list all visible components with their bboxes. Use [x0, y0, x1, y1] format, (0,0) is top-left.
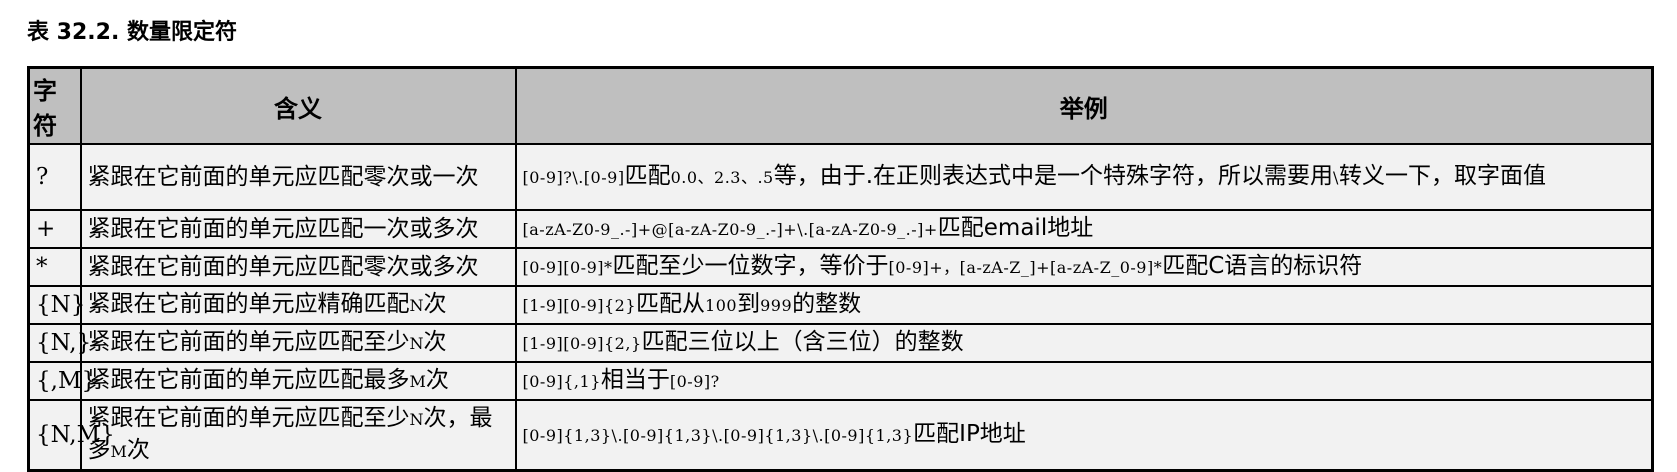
table-row: {N,} 紧跟在它前面的单元应匹配至少N次 [1-9][0-9]{2,}匹配三位以上… [27, 323, 1654, 363]
header-example: 举例 [514, 66, 1654, 145]
meaning-text-fragment: M [110, 442, 127, 461]
example-text-fragment: 到 [737, 291, 761, 317]
example-text-fragment: 在正则表达式中是一个特殊字符，所以需要用 [873, 163, 1334, 189]
example-cell: [0-9][0-9]*匹配至少一位数字，等价于[0-9]+，[a-zA-Z_]+… [514, 247, 1654, 287]
meaning-cell: 紧跟在它前面的单元应匹配一次或多次 [79, 209, 517, 249]
meaning-cell: 紧跟在它前面的单元应匹配最多M次 [79, 361, 517, 401]
meaning-cell: 紧跟在它前面的单元应匹配零次或一次 [79, 143, 517, 211]
table-caption: 表 32.2. 数量限定符 [27, 20, 237, 45]
symbol-cell: ? [27, 143, 82, 211]
example-text-fragment: 匹配email地址 [937, 215, 1094, 241]
meaning-text-fragment: 次 [126, 437, 150, 463]
meaning-cell: 紧跟在它前面的单元应精确匹配N次 [79, 285, 517, 325]
table-row: {N} 紧跟在它前面的单元应精确匹配N次 [1-9][0-9]{2}匹配从100到9… [27, 285, 1654, 325]
meaning-text-fragment: N [409, 296, 424, 315]
example-code-fragment: [0-9]? [669, 372, 720, 391]
meaning-text-fragment: 紧跟在它前面的单元应匹配至少 [87, 405, 410, 431]
table-row: * 紧跟在它前面的单元应匹配零次或多次 [0-9][0-9]*匹配至少一位数字，等价… [27, 247, 1654, 287]
meaning-text-fragment: 紧跟在它前面的单元应匹配最多 [87, 367, 410, 393]
example-text-fragment: 等，由于. [773, 163, 874, 189]
example-code-fragment: [1-9][0-9]{2,} [522, 334, 642, 353]
symbol-cell: {N} [27, 285, 85, 325]
meaning-text-fragment: 紧跟在它前面的单元应匹配至少 [87, 329, 410, 355]
example-text-fragment: 匹配C语言的标识符 [1162, 253, 1363, 279]
header-symbol: 字符 [27, 66, 82, 145]
example-code-fragment: [0-9]{1,3}\.[0-9]{1,3}\.[0-9]{1,3}\.[0-9… [522, 426, 914, 445]
symbol-cell: * [27, 247, 82, 287]
example-cell: [0-9]{,1}相当于[0-9]? [514, 361, 1654, 401]
example-cell: [1-9][0-9]{2}匹配从100到999的整数 [514, 285, 1654, 325]
symbol-cell: {,M} [27, 361, 96, 401]
example-cell: [0-9]{1,3}\.[0-9]{1,3}\.[0-9]{1,3}\.[0-9… [514, 399, 1654, 472]
table-body: ? 紧跟在它前面的单元应匹配零次或一次 [0-9]?\.[0-9]匹配0.0、2.3… [27, 143, 1654, 472]
example-text-fragment: 匹配至少一位数字，等价于 [612, 253, 889, 279]
meaning-cell: 紧跟在它前面的单元应匹配零次或多次 [79, 247, 517, 287]
example-code-fragment: 0.0、2.3、.5 [670, 168, 774, 187]
table-row: + 紧跟在它前面的单元应匹配一次或多次 [a-zA-Z0-9_.-]+@[a-zA-… [27, 209, 1654, 249]
symbol-cell: {N,} [27, 323, 91, 363]
meaning-text-fragment: 次 [425, 367, 449, 393]
meaning-text-fragment: N [409, 410, 424, 429]
table-header-row: 字符 含义 举例 [27, 66, 1654, 145]
example-code-fragment: 100 [705, 296, 738, 315]
example-text-fragment: 匹配 [624, 163, 671, 189]
example-code-fragment: [1-9][0-9]{2} [522, 296, 637, 315]
example-code-fragment: [a-zA-Z0-9_.-]+@[a-zA-Z0-9_.-]+\.[a-zA-Z… [522, 220, 938, 239]
example-code-fragment: [0-9]?\.[0-9] [522, 168, 625, 187]
meaning-text-fragment: 紧跟在它前面的单元应精确匹配 [87, 291, 410, 317]
example-text-fragment: 的整数 [792, 291, 862, 317]
table-row: {,M} 紧跟在它前面的单元应匹配最多M次 [0-9]{,1}相当于[0-9]? [27, 361, 1654, 401]
meaning-cell: 紧跟在它前面的单元应匹配至少N次 [79, 323, 517, 363]
example-text-fragment: 匹配IP地址 [913, 421, 1026, 447]
symbol-cell: {N,M} [27, 399, 115, 472]
meaning-text-fragment: 次 [423, 329, 447, 355]
meaning-text-fragment: N [409, 334, 424, 353]
example-code-fragment: [0-9][0-9]* [522, 258, 613, 277]
symbol-cell: + [27, 209, 82, 249]
example-text-fragment: 匹配从 [636, 291, 706, 317]
example-code-fragment: [0-9]{,1} [522, 372, 601, 391]
example-code-fragment: 999 [760, 296, 793, 315]
meaning-text-fragment: 次 [423, 291, 447, 317]
meaning-cell: 紧跟在它前面的单元应匹配至少N次，最多M次 [79, 399, 517, 472]
table-row: {N,M} 紧跟在它前面的单元应匹配至少N次，最多M次 [0-9]{1,3}\.[0… [27, 399, 1654, 472]
header-meaning: 含义 [79, 66, 517, 145]
example-cell: [1-9][0-9]{2,}匹配三位以上（含三位）的整数 [514, 323, 1654, 363]
example-cell: [0-9]?\.[0-9]匹配0.0、2.3、.5等，由于.在正则表达式中是一个… [514, 143, 1654, 211]
example-text-fragment: 相当于 [600, 367, 670, 393]
example-code-fragment: [0-9]+，[a-zA-Z_]+[a-zA-Z_0-9]* [888, 258, 1163, 277]
example-cell: [a-zA-Z0-9_.-]+@[a-zA-Z0-9_.-]+\.[a-zA-Z… [514, 209, 1654, 249]
meaning-text-fragment: M [409, 372, 426, 391]
example-text-fragment: 匹配三位以上（含三位）的整数 [641, 329, 964, 355]
example-text-fragment: 转义一下，取字面值 [1338, 163, 1546, 189]
table-row: ? 紧跟在它前面的单元应匹配零次或一次 [0-9]?\.[0-9]匹配0.0、2.3… [27, 143, 1654, 211]
quantifier-table: 字符 含义 举例 ? 紧跟在它前面的单元应匹配零次或一次 [0-9]?\.[0-9]… [27, 66, 1654, 472]
